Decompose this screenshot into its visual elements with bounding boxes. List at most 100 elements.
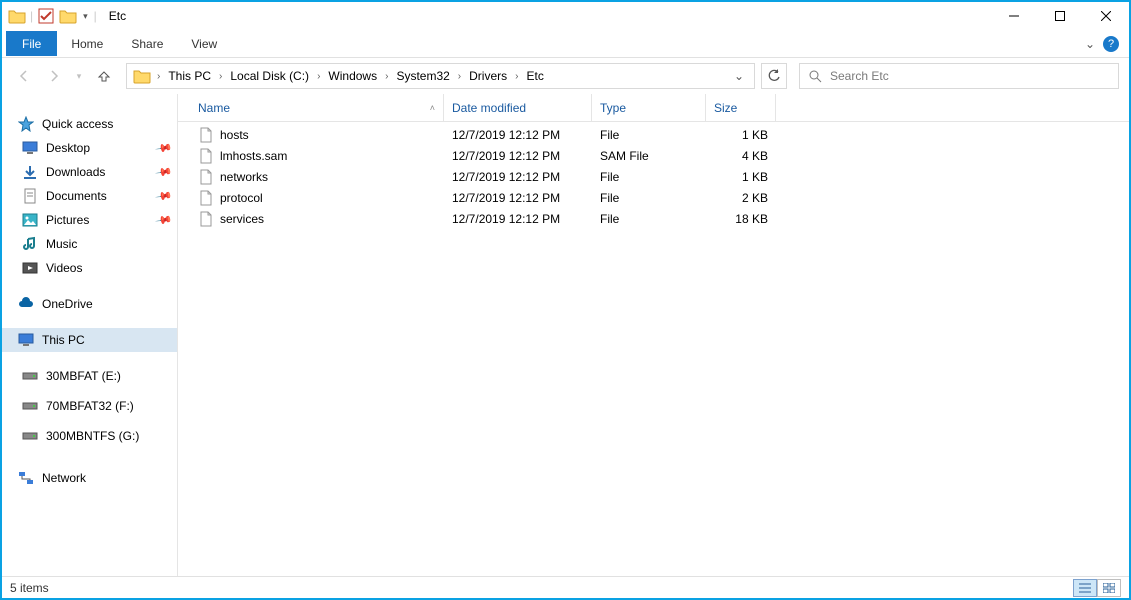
file-row[interactable]: services12/7/2019 12:12 PMFile18 KB xyxy=(178,208,1129,229)
column-name[interactable]: Name˄ xyxy=(190,94,444,121)
sidebar-item-label: Pictures xyxy=(46,213,89,227)
ribbon-expand-icon[interactable]: ⌄ xyxy=(1085,37,1095,51)
qat-dropdown-icon[interactable]: ▾ xyxy=(83,11,88,22)
search-box[interactable] xyxy=(799,63,1119,89)
recent-dropdown-icon[interactable]: ▾ xyxy=(72,64,86,88)
search-input[interactable] xyxy=(830,69,1110,83)
ribbon: File Home Share View ⌄ ? xyxy=(2,30,1129,58)
column-type[interactable]: Type xyxy=(592,94,706,121)
pin-icon: 📌 xyxy=(155,163,174,182)
icons-view-button[interactable] xyxy=(1097,579,1121,597)
drive-icon xyxy=(22,368,38,384)
pin-icon: 📌 xyxy=(155,187,174,206)
sidebar-item-label: 70MBFAT32 (F:) xyxy=(46,399,134,413)
sidebar-quick-access[interactable]: Quick access xyxy=(2,112,177,136)
sidebar-drive[interactable]: 300MBNTFS (G:) xyxy=(2,424,177,448)
file-type: File xyxy=(592,191,706,205)
status-item-count: 5 items xyxy=(10,581,49,595)
tab-view[interactable]: View xyxy=(177,31,231,56)
file-rows: hosts12/7/2019 12:12 PMFile1 KBlmhosts.s… xyxy=(178,122,1129,576)
sidebar-item-label: Videos xyxy=(46,261,82,275)
forward-button[interactable] xyxy=(42,64,66,88)
desktop-icon xyxy=(22,140,38,156)
maximize-button[interactable] xyxy=(1037,2,1083,30)
sidebar-item-videos[interactable]: Videos xyxy=(2,256,177,280)
column-size[interactable]: Size xyxy=(706,94,776,121)
file-name: services xyxy=(220,212,264,226)
file-date: 12/7/2019 12:12 PM xyxy=(444,191,592,205)
folder-icon xyxy=(8,7,26,25)
sidebar-drive[interactable]: 70MBFAT32 (F:) xyxy=(2,394,177,418)
music-icon xyxy=(22,236,38,252)
file-name: protocol xyxy=(220,191,263,205)
chevron-right-icon[interactable]: › xyxy=(217,71,224,82)
address-dropdown-icon[interactable]: ⌄ xyxy=(728,69,750,83)
sidebar-item-label: Downloads xyxy=(46,165,105,179)
file-tab[interactable]: File xyxy=(6,31,57,56)
sidebar-drive[interactable]: 30MBFAT (E:) xyxy=(2,364,177,388)
cloud-icon xyxy=(18,296,34,312)
help-icon[interactable]: ? xyxy=(1103,36,1119,52)
sidebar-item-desktop[interactable]: Desktop 📌 xyxy=(2,136,177,160)
documents-icon xyxy=(22,188,38,204)
drive-icon xyxy=(22,398,38,414)
details-view-button[interactable] xyxy=(1073,579,1097,597)
breadcrumb-item[interactable]: Windows xyxy=(324,69,381,83)
file-type: File xyxy=(592,128,706,142)
new-folder-icon[interactable] xyxy=(59,7,77,25)
sidebar-item-documents[interactable]: Documents📌 xyxy=(2,184,177,208)
qat-divider: | xyxy=(30,9,33,23)
chevron-right-icon[interactable]: › xyxy=(513,71,520,82)
drive-icon xyxy=(22,428,38,444)
address-bar[interactable]: › This PC › Local Disk (C:) › Windows › … xyxy=(126,63,755,89)
sidebar-item-label: This PC xyxy=(42,333,85,347)
sidebar-item-label: 30MBFAT (E:) xyxy=(46,369,121,383)
chevron-right-icon[interactable]: › xyxy=(456,71,463,82)
tab-home[interactable]: Home xyxy=(57,31,117,56)
navigation-bar: ▾ › This PC › Local Disk (C:) › Windows … xyxy=(2,58,1129,94)
breadcrumb-item[interactable]: Local Disk (C:) xyxy=(226,69,313,83)
sidebar-network[interactable]: Network xyxy=(2,466,177,490)
view-toggles xyxy=(1073,579,1121,597)
folder-icon xyxy=(133,67,151,85)
file-type: File xyxy=(592,212,706,226)
close-button[interactable] xyxy=(1083,2,1129,30)
pin-icon: 📌 xyxy=(155,211,174,230)
pictures-icon xyxy=(22,212,38,228)
file-size: 4 KB xyxy=(706,149,776,163)
file-name: lmhosts.sam xyxy=(220,149,287,163)
breadcrumb-item[interactable]: System32 xyxy=(392,69,453,83)
file-row[interactable]: hosts12/7/2019 12:12 PMFile1 KB xyxy=(178,124,1129,145)
file-size: 1 KB xyxy=(706,128,776,142)
tab-share[interactable]: Share xyxy=(117,31,177,56)
breadcrumb-item[interactable]: This PC xyxy=(164,69,215,83)
breadcrumb-item[interactable]: Drivers xyxy=(465,69,511,83)
file-icon xyxy=(198,190,214,206)
sidebar-item-pictures[interactable]: Pictures 📌 xyxy=(2,208,177,232)
breadcrumb-item[interactable]: Etc xyxy=(522,69,547,83)
file-row[interactable]: protocol12/7/2019 12:12 PMFile2 KB xyxy=(178,187,1129,208)
chevron-right-icon[interactable]: › xyxy=(383,71,390,82)
sidebar-onedrive[interactable]: OneDrive xyxy=(2,292,177,316)
sidebar-this-pc[interactable]: This PC xyxy=(2,328,177,352)
sidebar-item-music[interactable]: Music xyxy=(2,232,177,256)
chevron-right-icon[interactable]: › xyxy=(155,71,162,82)
column-date[interactable]: Date modified xyxy=(444,94,592,121)
sidebar-item-downloads[interactable]: Downloads 📌 xyxy=(2,160,177,184)
minimize-button[interactable] xyxy=(991,2,1037,30)
navigation-pane: Quick access Desktop📌Downloads📌Documents… xyxy=(2,94,178,576)
file-name: networks xyxy=(220,170,268,184)
properties-icon[interactable] xyxy=(37,7,55,25)
file-row[interactable]: lmhosts.sam12/7/2019 12:12 PMSAM File4 K… xyxy=(178,145,1129,166)
pin-icon: 📌 xyxy=(155,139,174,158)
back-button[interactable] xyxy=(12,64,36,88)
file-row[interactable]: networks12/7/2019 12:12 PMFile1 KB xyxy=(178,166,1129,187)
chevron-right-icon[interactable]: › xyxy=(315,71,322,82)
sidebar-item-label: Desktop xyxy=(46,141,90,155)
file-icon xyxy=(198,148,214,164)
up-button[interactable] xyxy=(92,64,116,88)
main-area: Quick access Desktop📌Downloads📌Documents… xyxy=(2,94,1129,576)
file-date: 12/7/2019 12:12 PM xyxy=(444,128,592,142)
downloads-icon xyxy=(22,164,38,180)
refresh-button[interactable] xyxy=(761,63,787,89)
